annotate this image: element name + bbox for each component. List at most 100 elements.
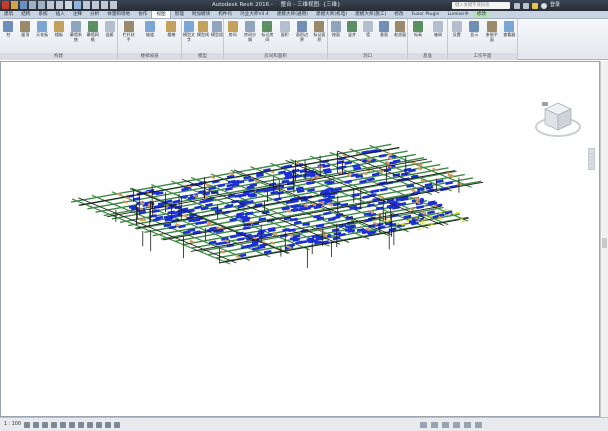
reveal-hidden-icon[interactable] (104, 421, 111, 428)
select-underlay-icon[interactable] (431, 421, 438, 428)
tab-5[interactable]: 分析 (86, 11, 103, 18)
ribbon-button-0-6[interactable]: 竖梃 (103, 21, 116, 38)
search-input[interactable]: 键入关键字或短语 (452, 2, 510, 9)
tab-14[interactable]: 建模大师(机电) (312, 11, 351, 18)
ribbon-button-3-5[interactable]: 标记面积 (313, 21, 326, 42)
ribbon-button-4-3[interactable]: 垂直 (378, 21, 391, 38)
tab-2[interactable]: 系统 (34, 11, 51, 18)
tab-12[interactable]: 鸿业大师V4.4 (236, 11, 273, 18)
ribbon-button-0-5[interactable]: 幕墙网格 (86, 21, 99, 42)
print-icon[interactable] (47, 1, 54, 9)
pan-icon[interactable] (588, 163, 595, 170)
ribbon-button-2-1[interactable]: 模型线 (197, 21, 210, 38)
ribbon-button-4-1[interactable]: 竖井 (346, 21, 359, 38)
worksharing-icon[interactable] (113, 421, 120, 428)
duct-segment (151, 191, 160, 195)
app-menu-icon[interactable] (2, 1, 9, 9)
crop-icon[interactable] (68, 421, 75, 428)
tab-15[interactable]: 建模大师(施工) (351, 11, 390, 18)
duct-segment (416, 187, 425, 192)
tab-6[interactable]: 体量和场地 (103, 11, 134, 18)
binoculars-icon[interactable] (514, 2, 520, 9)
select-pinned-icon[interactable] (442, 421, 449, 428)
filter-icon[interactable] (475, 421, 482, 428)
text-icon[interactable] (65, 1, 72, 9)
tab-8[interactable]: 视图 (151, 11, 171, 18)
ribbon-button-1-1[interactable]: 坡道 (144, 21, 157, 38)
ribbon-button-3-2[interactable]: 标记房间 (261, 21, 274, 42)
ribbon-button-4-0[interactable]: 按面 (330, 21, 343, 38)
redo-icon[interactable] (38, 1, 45, 9)
duct-segment (290, 217, 298, 222)
ribbon-button-0-1[interactable]: 屋顶 (19, 21, 32, 38)
scrollbar-thumb[interactable] (602, 238, 607, 248)
select-by-face-icon[interactable] (453, 421, 460, 428)
tab-7[interactable]: 协作 (134, 11, 151, 18)
ribbon-button-6-0[interactable]: 设置 (450, 21, 463, 38)
ribbon-button-3-3[interactable]: 面积 (278, 21, 291, 38)
ribbon-button-6-2[interactable]: 参照平面 (485, 21, 498, 42)
tab-16[interactable]: 修改 (390, 11, 407, 18)
ribbon-button-5-0[interactable]: 标高 (412, 21, 425, 38)
ribbon-button-6-1[interactable]: 显示 (468, 21, 481, 38)
section-icon[interactable] (83, 1, 90, 9)
ribbon-button-0-3[interactable]: 楼板 (53, 21, 66, 38)
close-hidden-icon[interactable] (101, 1, 108, 9)
detail-level-icon[interactable] (23, 421, 30, 428)
subscription-icon[interactable] (523, 2, 529, 9)
tab-19[interactable]: 修改 (472, 11, 491, 18)
open-icon[interactable] (11, 1, 18, 9)
show-crop-icon[interactable] (77, 421, 84, 428)
zoom-icon[interactable] (588, 155, 595, 163)
steering-wheel-icon[interactable] (588, 148, 595, 155)
temp-hide-icon[interactable] (95, 421, 102, 428)
tab-17[interactable]: Fuzor Plugin (408, 11, 444, 18)
scale-label[interactable]: 1 : 100 (4, 418, 21, 431)
tab-3[interactable]: 插入 (52, 11, 69, 18)
ribbon-button-0-2[interactable]: 天花板 (36, 21, 49, 38)
tab-9[interactable]: 管理 (171, 11, 188, 18)
user-icon[interactable] (541, 2, 547, 9)
ribbon-button-3-1[interactable]: 房间分隔 (244, 21, 257, 42)
switch-windows-icon[interactable] (110, 1, 117, 9)
tab-10[interactable]: 附加模块 (188, 11, 214, 18)
vertical-scrollbar[interactable] (600, 61, 608, 417)
undo-icon[interactable] (29, 1, 36, 9)
sun-path-icon[interactable] (41, 421, 48, 428)
ribbon-button-6-3[interactable]: 查看器 (503, 21, 516, 38)
star-icon[interactable] (532, 2, 538, 9)
ribbon-button-3-0[interactable]: 房间 (226, 21, 239, 38)
ribbon-button-5-1[interactable]: 轴网 (432, 21, 445, 38)
ribbon-button-1-0[interactable]: 栏杆扶手 (122, 21, 135, 42)
ribbon-button-4-4[interactable]: 老虎窗 (394, 21, 407, 38)
tab-13[interactable]: 建模大师(通用) (273, 11, 312, 18)
tab-11[interactable]: 构件坞 (214, 11, 236, 18)
ribbon-button-0-0[interactable]: 柱 (2, 21, 15, 38)
visual-style-icon[interactable] (32, 421, 39, 428)
measure-icon[interactable] (56, 1, 63, 9)
tab-4[interactable]: 注释 (69, 11, 86, 18)
render-icon[interactable] (59, 421, 66, 428)
lock-3d-icon[interactable] (86, 421, 93, 428)
viewcube-icon[interactable] (533, 97, 583, 142)
tab-0[interactable]: 建筑 (0, 11, 17, 18)
select-links-icon[interactable] (420, 421, 427, 428)
login-link[interactable]: 登录 (550, 0, 560, 11)
duct-segment (188, 218, 197, 223)
drag-elements-icon[interactable] (464, 421, 471, 428)
ribbon-button-3-4[interactable]: 面积边界 (296, 21, 309, 42)
duct-segment (406, 183, 415, 188)
tab-18[interactable]: Lumion® (443, 11, 472, 18)
ribbon-button-1-2[interactable]: 楼梯 (165, 21, 178, 38)
shadows-icon[interactable] (50, 421, 57, 428)
ribbon-button-2-2[interactable]: 模型组 (211, 21, 224, 38)
3d-view-icon[interactable] (74, 1, 81, 9)
tab-1[interactable]: 结构 (17, 11, 34, 18)
thin-lines-icon[interactable] (92, 1, 99, 9)
duct-segment (215, 241, 224, 246)
ribbon-button-4-2[interactable]: 墙 (362, 21, 375, 38)
3d-view-canvas[interactable] (0, 61, 600, 417)
ribbon-button-2-0[interactable]: 模型文字 (183, 21, 196, 42)
ribbon-button-0-4[interactable]: 幕墙系统 (69, 21, 82, 42)
save-icon[interactable] (20, 1, 27, 9)
